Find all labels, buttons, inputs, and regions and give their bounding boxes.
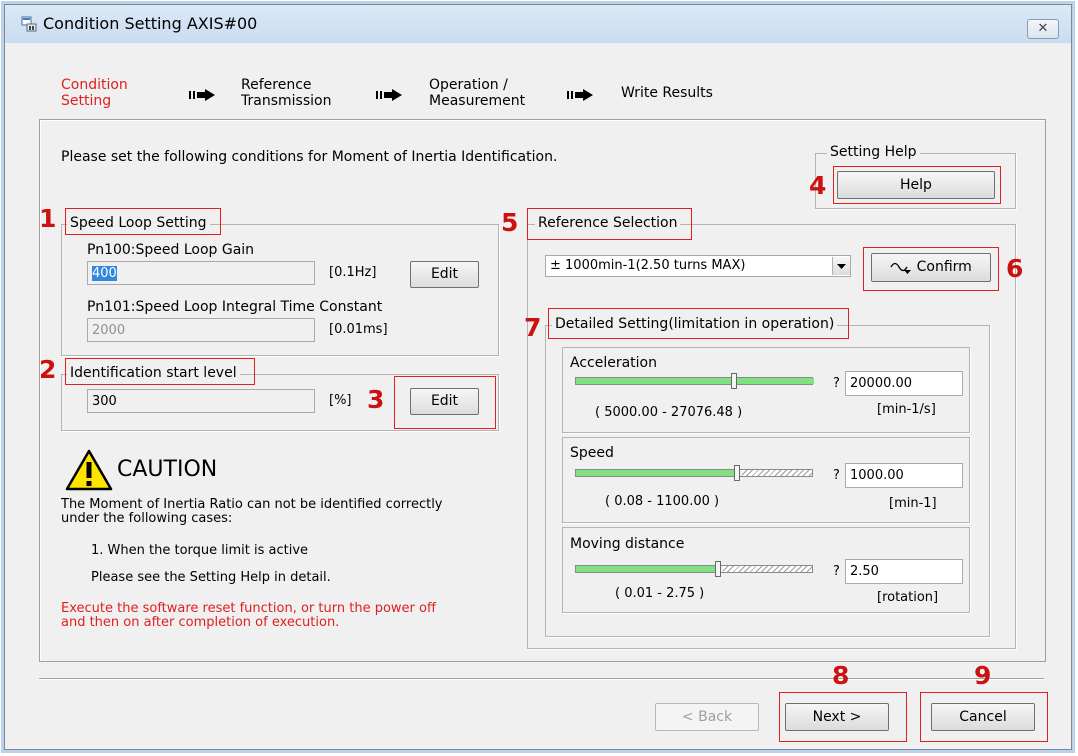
- speed-loop-gain-label: Pn100:Speed Loop Gain: [87, 242, 255, 258]
- speed-slider-thumb[interactable]: [734, 465, 740, 481]
- cancel-button[interactable]: Cancel: [931, 703, 1035, 731]
- caution-item-2: Please see the Setting Help in detail.: [91, 570, 331, 585]
- speed-label: Speed: [570, 445, 614, 461]
- identification-start-field[interactable]: 300: [87, 389, 315, 413]
- acceleration-range: ( 5000.00 - 27076.48 ): [595, 405, 743, 420]
- step-arrow-icon: [567, 89, 593, 101]
- back-button[interactable]: < Back: [655, 703, 759, 731]
- warning-icon: [65, 449, 113, 491]
- integral-time-unit: [0.01ms]: [329, 322, 388, 337]
- footer-divider: [39, 678, 1044, 680]
- callout-2: 2: [39, 355, 57, 384]
- moving-distance-input[interactable]: 2.50: [845, 559, 963, 584]
- moving-distance-slider-thumb[interactable]: [715, 561, 721, 577]
- identification-edit-button[interactable]: Edit: [410, 388, 479, 415]
- moving-distance-unit: [rotation]: [877, 590, 939, 605]
- setting-help-legend: Setting Help: [827, 144, 920, 160]
- caution-text-2: under the following cases:: [61, 511, 233, 526]
- speed-range: ( 0.08 - 1100.00 ): [605, 494, 720, 509]
- speed-loop-gain-unit: [0.1Hz]: [329, 265, 377, 280]
- step-condition-setting: Condition Setting: [61, 77, 128, 109]
- speed-slider[interactable]: [575, 469, 813, 477]
- moving-distance-range: ( 0.01 - 2.75 ): [615, 586, 705, 601]
- step-arrow-icon: [376, 89, 402, 101]
- caution-title: CAUTION: [117, 457, 218, 482]
- callout-5: 5: [501, 208, 519, 237]
- identification-legend: Identification start level: [67, 365, 240, 381]
- identification-unit: [%]: [329, 393, 352, 408]
- moving-distance-slider[interactable]: [575, 565, 813, 573]
- callout-6: 6: [1006, 254, 1024, 283]
- acceleration-input[interactable]: 20000.00: [845, 371, 963, 396]
- detailed-setting-legend: Detailed Setting(limitation in operation…: [552, 316, 838, 332]
- confirm-button[interactable]: Confirm: [871, 253, 991, 282]
- speed-input[interactable]: 1000.00: [845, 463, 963, 488]
- acceleration-slider-thumb[interactable]: [731, 373, 737, 389]
- acceleration-unit: [min-1/s]: [877, 402, 936, 417]
- caution-item-1: 1. When the torque limit is active: [91, 543, 309, 558]
- step-write-results: Write Results: [621, 85, 713, 101]
- step-reference-transmission: Reference Transmission: [241, 77, 332, 109]
- step-arrow-icon: [189, 89, 215, 101]
- callout-3: 3: [367, 385, 385, 414]
- speed-loop-edit-button[interactable]: Edit: [410, 261, 479, 288]
- title-bar: Condition Setting AXIS#00 ✕: [5, 5, 1071, 43]
- help-mark: ?: [833, 468, 840, 483]
- reference-selection-legend: Reference Selection: [535, 215, 681, 231]
- speed-loop-gain-field[interactable]: 400: [87, 261, 315, 285]
- step-operation-measurement: Operation / Measurement: [429, 77, 526, 109]
- close-button[interactable]: ✕: [1027, 19, 1059, 39]
- waveform-icon: [890, 262, 912, 274]
- acceleration-slider[interactable]: [575, 377, 814, 385]
- dialog-window: Condition Setting AXIS#00 ✕ Condition Set…: [4, 4, 1072, 750]
- next-button[interactable]: Next >: [785, 703, 889, 731]
- reset-warning-1: Execute the software reset function, or …: [61, 601, 436, 616]
- callout-7: 7: [524, 313, 542, 342]
- integral-time-field[interactable]: 2000: [87, 318, 315, 342]
- reset-warning-2: and then on after completion of executio…: [61, 615, 340, 630]
- help-mark: ?: [833, 376, 840, 391]
- callout-8: 8: [832, 661, 850, 690]
- intro-text: Please set the following conditions for …: [61, 149, 558, 165]
- caution-text-1: The Moment of Inertia Ratio can not be i…: [61, 497, 443, 512]
- window-title: Condition Setting AXIS#00: [43, 14, 258, 33]
- app-icon: [21, 16, 37, 32]
- chevron-down-icon[interactable]: [832, 257, 850, 275]
- help-mark: ?: [833, 564, 840, 579]
- help-button[interactable]: Help: [837, 171, 995, 199]
- integral-time-label: Pn101:Speed Loop Integral Time Constant: [87, 299, 383, 315]
- callout-4: 4: [809, 171, 827, 200]
- speed-unit: [min-1]: [889, 496, 937, 511]
- callout-1: 1: [39, 204, 57, 233]
- speed-loop-legend: Speed Loop Setting: [67, 215, 210, 231]
- moving-distance-label: Moving distance: [570, 536, 685, 552]
- reference-select[interactable]: ± 1000min-1(2.50 turns MAX): [545, 255, 851, 277]
- callout-9: 9: [974, 661, 992, 690]
- acceleration-label: Acceleration: [570, 355, 657, 371]
